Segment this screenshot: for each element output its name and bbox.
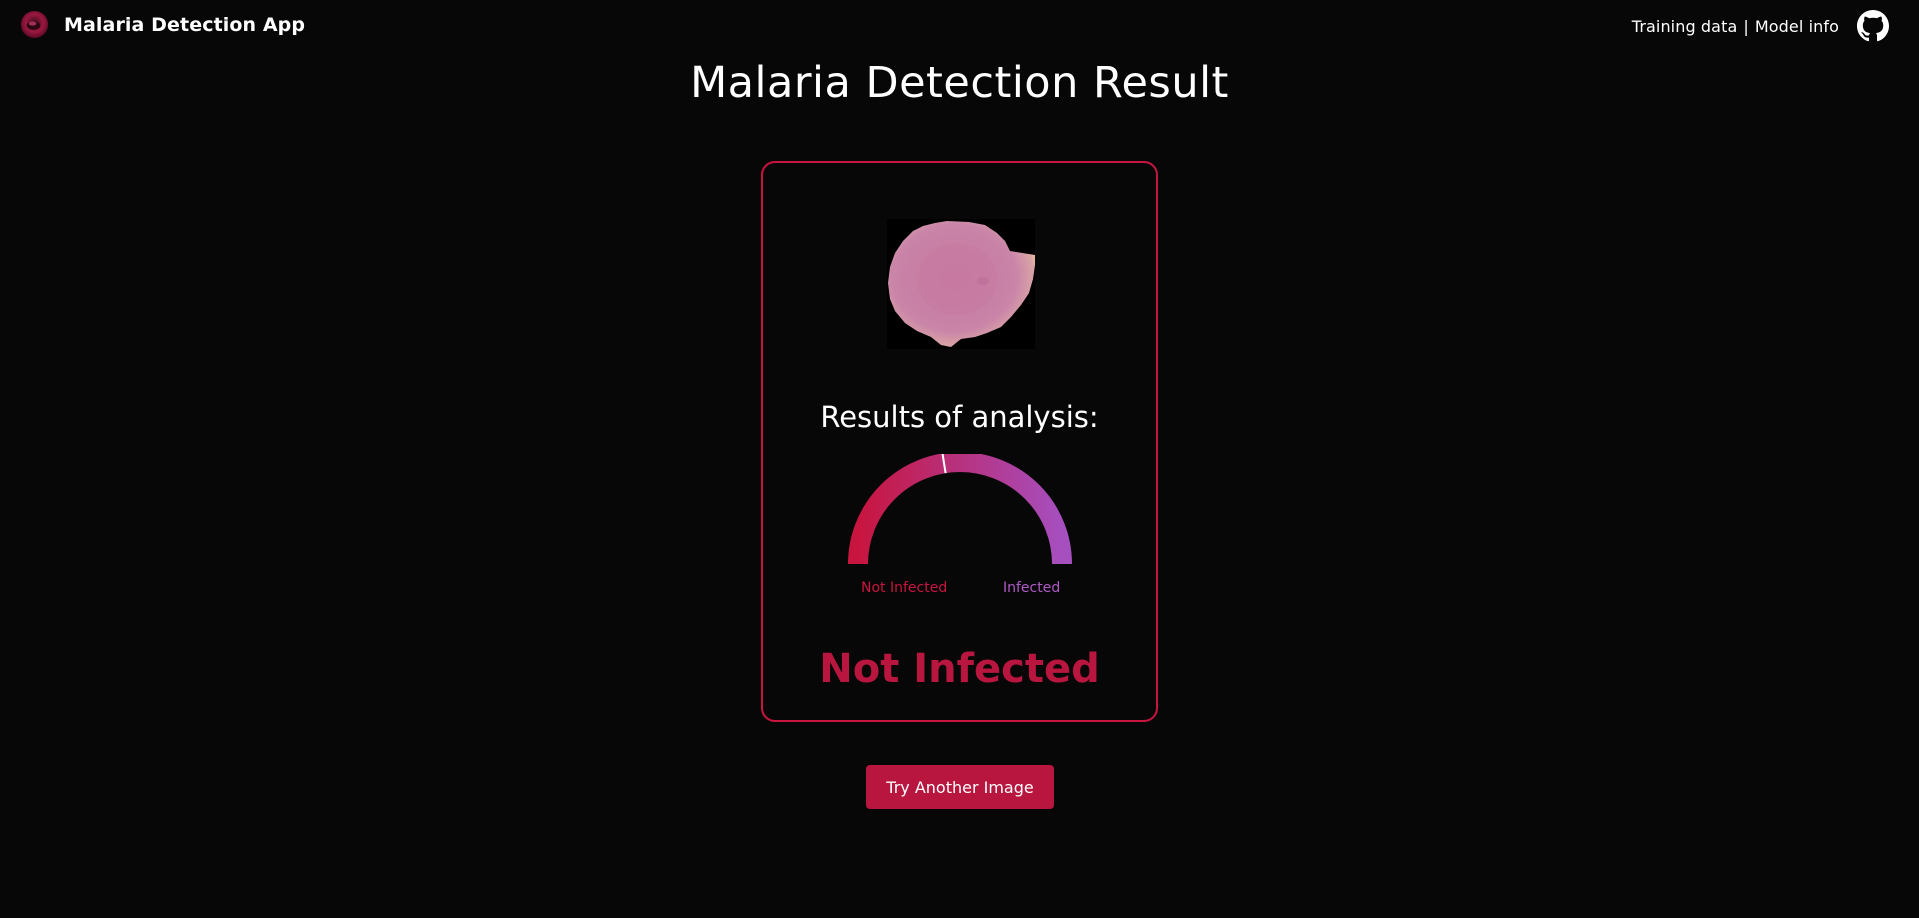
- try-another-image-button[interactable]: Try Another Image: [866, 765, 1054, 809]
- gauge-label-infected: Infected: [1003, 580, 1061, 596]
- page-title: Malaria Detection Result: [690, 58, 1229, 108]
- app-name: Malaria Detection App: [64, 13, 306, 36]
- cell-image: [887, 219, 1035, 349]
- top-bar: Malaria Detection App Training data | Mode…: [0, 0, 1919, 50]
- nav-separator: |: [1743, 16, 1749, 36]
- github-icon[interactable]: [1857, 10, 1889, 42]
- model-info-link[interactable]: Model info: [1755, 17, 1839, 36]
- gauge-label-not-infected: Not Infected: [861, 580, 948, 596]
- result-card: Results of analysis: Not Infected Infect…: [761, 161, 1158, 722]
- brand[interactable]: Malaria Detection App: [19, 9, 305, 40]
- gauge-arc: [848, 454, 1072, 565]
- blood-cell-logo-icon: [20, 10, 49, 39]
- training-data-link[interactable]: Training data: [1632, 17, 1738, 36]
- nav-links: Training data | Model info: [1632, 17, 1839, 36]
- infection-gauge: [848, 454, 1072, 565]
- results-heading: Results of analysis:: [820, 400, 1099, 434]
- top-nav: Training data | Model info: [1632, 10, 1889, 42]
- verdict-text: Not Infected: [819, 646, 1100, 692]
